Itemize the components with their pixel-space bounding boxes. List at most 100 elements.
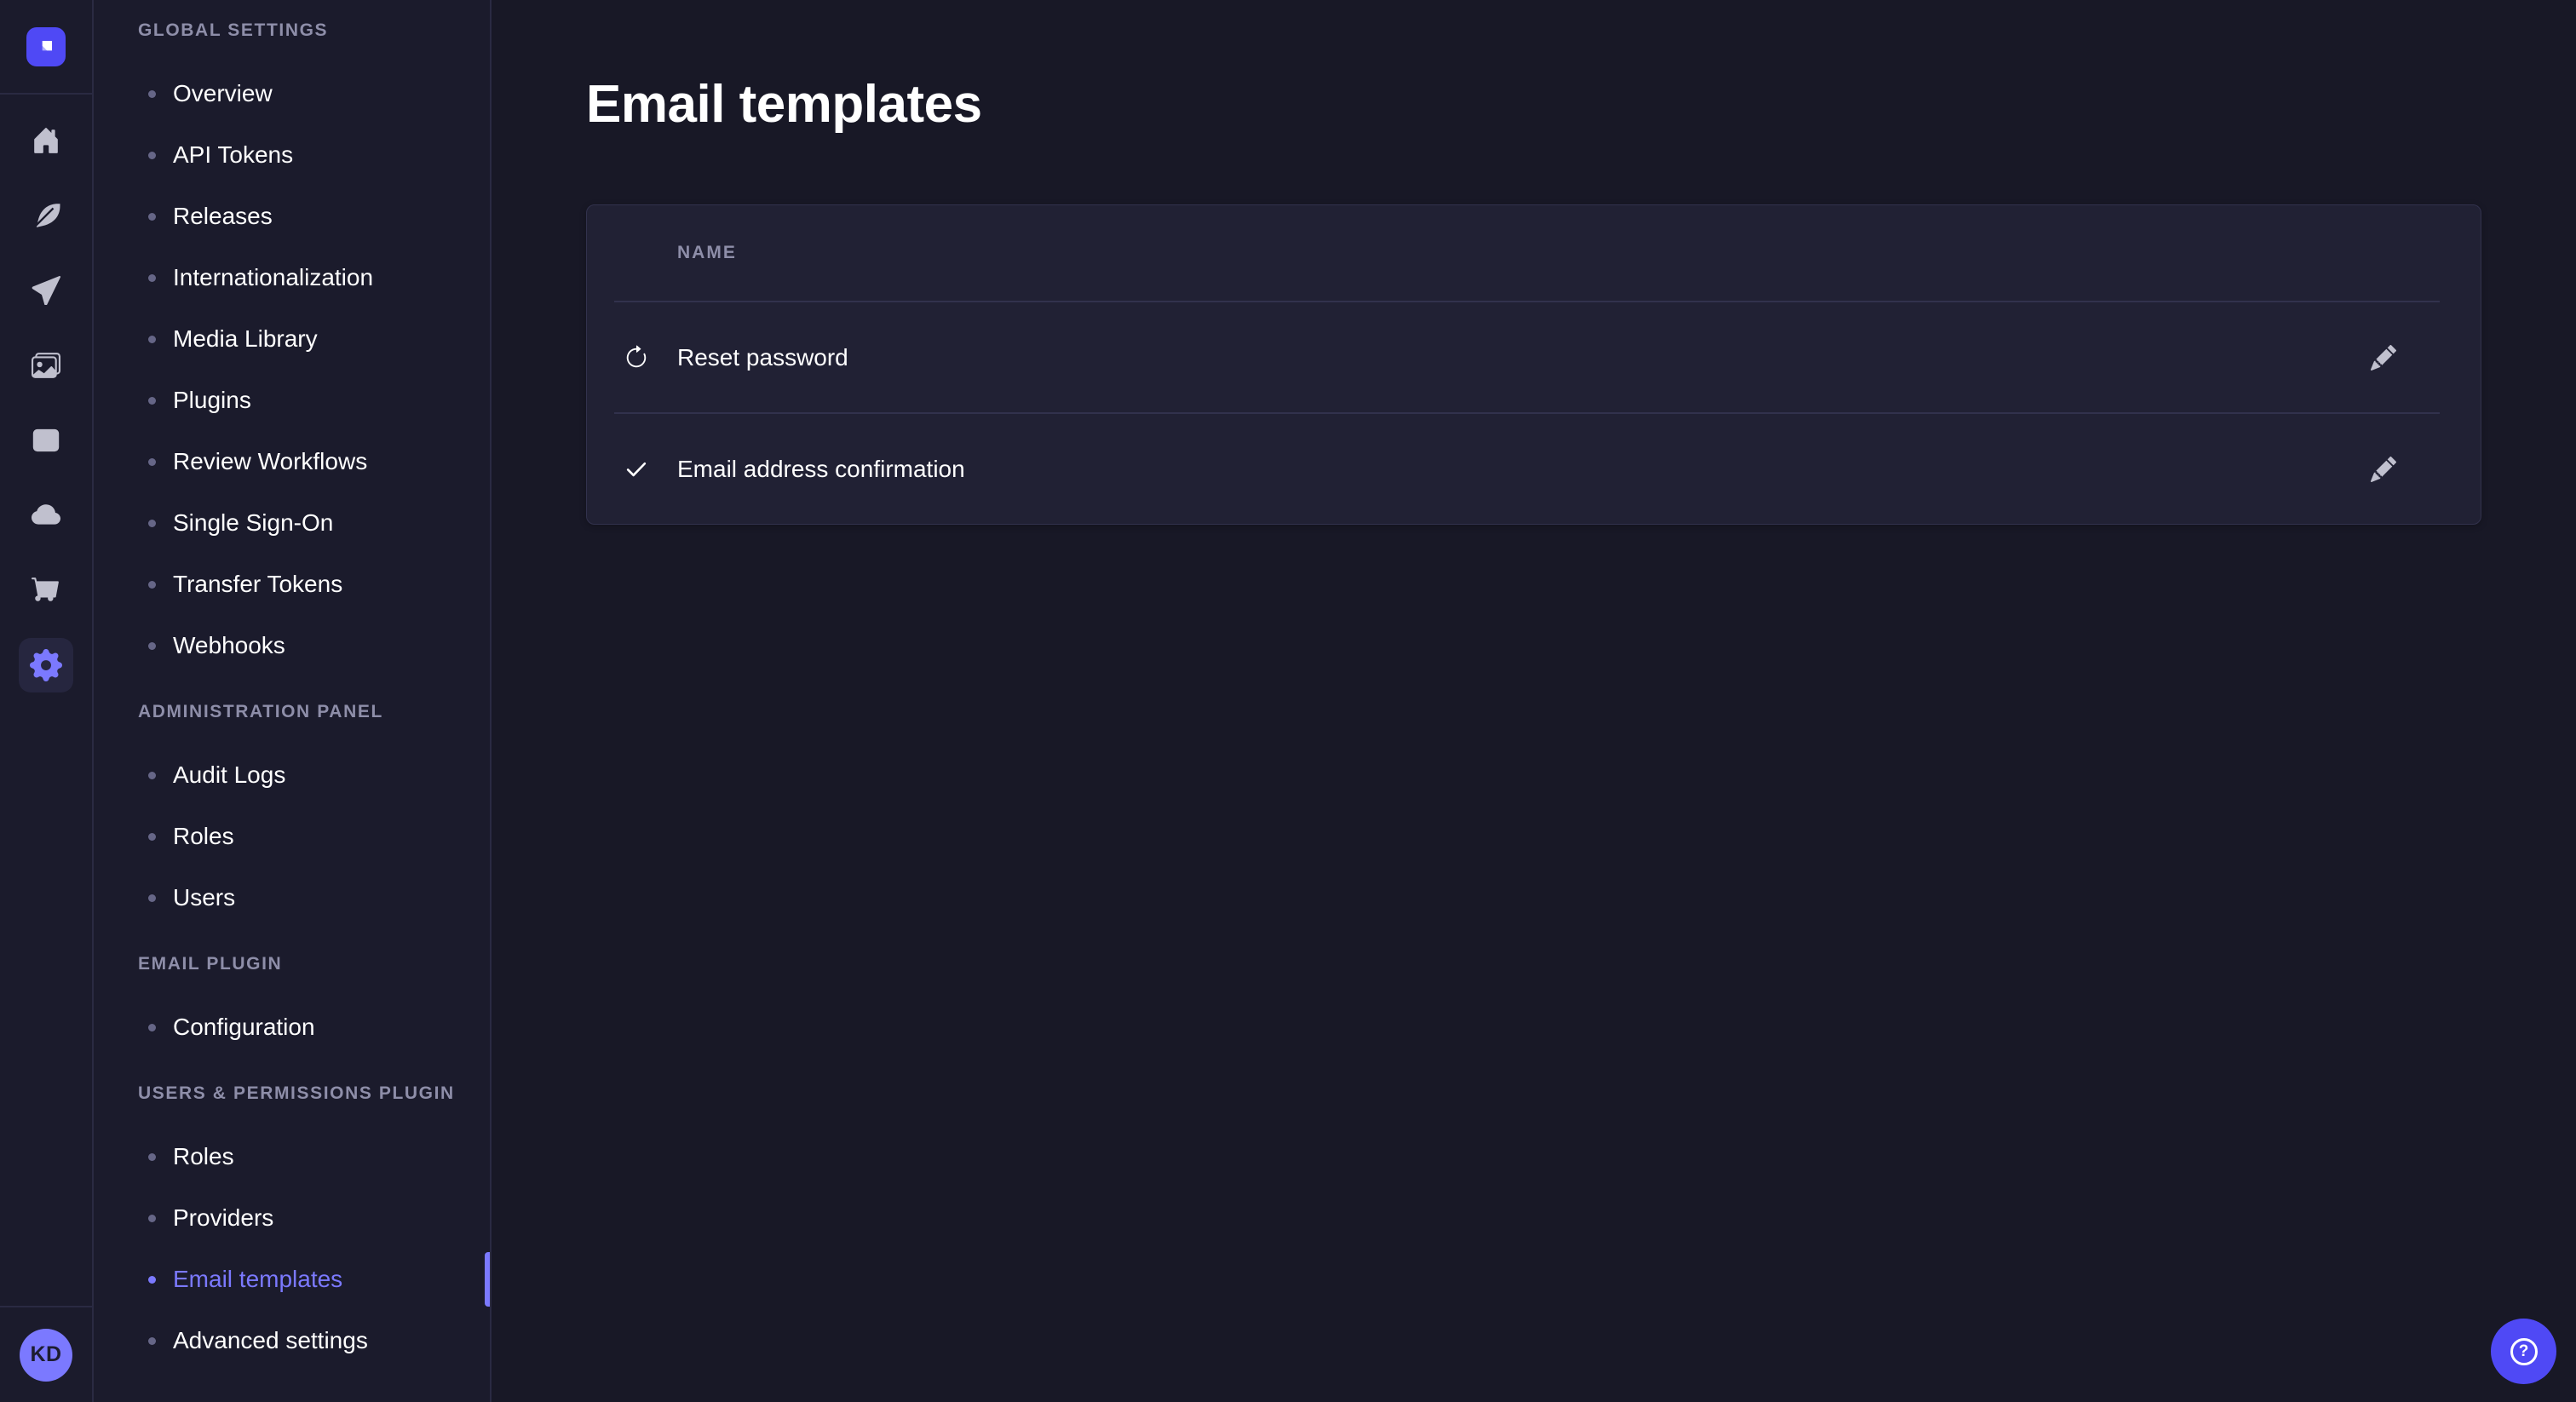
strapi-logo[interactable] <box>26 27 66 66</box>
question-mark-icon: ? <box>2510 1338 2538 1365</box>
deploy-cloud-nav-button[interactable] <box>0 478 92 553</box>
bullet-icon <box>148 336 156 343</box>
subnav-item-label: Overview <box>173 80 273 107</box>
bullet-icon <box>148 1024 156 1031</box>
bullet-icon <box>148 152 156 159</box>
refresh-icon <box>624 345 649 371</box>
bullet-icon <box>148 1215 156 1222</box>
main-nav-rail: KD <box>0 0 94 1402</box>
edit-template-button[interactable] <box>2363 449 2404 490</box>
subnav-section-title: GLOBAL SETTINGS <box>94 20 490 41</box>
bullet-icon <box>148 520 156 527</box>
subnav-item-overview[interactable]: Overview <box>94 63 490 124</box>
settings-active-tile <box>19 638 73 692</box>
active-item-indicator <box>485 1252 490 1307</box>
cloud-icon <box>32 501 60 530</box>
bullet-icon <box>148 274 156 282</box>
subnav-item-releases[interactable]: Releases <box>94 186 490 247</box>
content-type-builder-nav-button[interactable] <box>0 178 92 253</box>
bullet-icon <box>148 397 156 405</box>
subnav-item-label: Advanced settings <box>173 1327 368 1354</box>
template-name: Email address confirmation <box>662 456 965 483</box>
name-column-header: NAME <box>662 243 737 263</box>
bullet-icon <box>148 1276 156 1284</box>
content-manager-layout-icon <box>32 426 60 455</box>
bullet-icon <box>148 213 156 221</box>
subnav-item-label: Transfer Tokens <box>173 571 342 598</box>
subnav-item-label: Roles <box>173 823 234 850</box>
edit-pencil-icon <box>2371 457 2396 482</box>
content-type-builder-feather-icon <box>32 201 60 230</box>
subnav-item-label: Users <box>173 884 235 911</box>
subnav-item-single-sign-on[interactable]: Single Sign-On <box>94 492 490 554</box>
edit-template-button[interactable] <box>2363 337 2404 378</box>
bullet-icon <box>148 581 156 589</box>
strapi-logo-glyph <box>35 36 57 58</box>
subnav-item-label: Plugins <box>173 387 251 414</box>
subnav-item-label: Providers <box>173 1204 273 1232</box>
bullet-icon <box>148 458 156 466</box>
media-library-nav-button[interactable] <box>0 328 92 403</box>
subnav-item-label: Media Library <box>173 325 318 353</box>
content-manager-nav-button[interactable] <box>0 403 92 478</box>
bullet-icon <box>148 772 156 779</box>
subnav-item-review-workflows[interactable]: Review Workflows <box>94 431 490 492</box>
subnav-item-label: Internationalization <box>173 264 373 291</box>
settings-gear-icon <box>30 649 62 681</box>
subnav-item-webhooks[interactable]: Webhooks <box>94 615 490 676</box>
home-nav-button[interactable] <box>0 103 92 178</box>
subnav-section-title: USERS & PERMISSIONS PLUGIN <box>94 1083 490 1104</box>
subnav-item-internationalization[interactable]: Internationalization <box>94 247 490 308</box>
subnav-section-title: EMAIL PLUGIN <box>94 954 490 974</box>
subnav-item-label: Webhooks <box>173 632 285 659</box>
subnav-item-providers[interactable]: Providers <box>94 1187 490 1249</box>
page-title: Email templates <box>586 72 2481 137</box>
subnav-item-email-templates[interactable]: Email templates <box>94 1249 490 1310</box>
subnav-item-label: API Tokens <box>173 141 293 169</box>
subnav-item-media-library[interactable]: Media Library <box>94 308 490 370</box>
logo-container <box>0 0 92 95</box>
marketplace-nav-button[interactable] <box>0 553 92 628</box>
subnav-item-label: Roles <box>173 1143 234 1170</box>
bullet-icon <box>148 894 156 902</box>
subnav-item-transfer-tokens[interactable]: Transfer Tokens <box>94 554 490 615</box>
template-name: Reset password <box>662 344 848 371</box>
rail-nav <box>0 95 92 703</box>
subnav-section-title: ADMINISTRATION PANEL <box>94 702 490 722</box>
subnav-item-admin-roles[interactable]: Roles <box>94 806 490 867</box>
email-templates-table: NAME Reset password Email address co <box>586 204 2481 525</box>
subnav-item-label: Audit Logs <box>173 761 285 789</box>
subnav-item-label: Email templates <box>173 1266 342 1293</box>
releases-nav-button[interactable] <box>0 253 92 328</box>
subnav-item-label: Review Workflows <box>173 448 367 475</box>
subnav-item-label: Releases <box>173 203 273 230</box>
user-avatar[interactable]: KD <box>20 1329 72 1382</box>
bullet-icon <box>148 833 156 841</box>
subnav-item-advanced-settings[interactable]: Advanced settings <box>94 1310 490 1371</box>
subnav-item-admin-users[interactable]: Users <box>94 867 490 928</box>
marketplace-cart-icon <box>32 576 60 605</box>
subnav-item-audit-logs[interactable]: Audit Logs <box>94 744 490 806</box>
send-plane-icon <box>32 276 60 305</box>
table-row-email-confirmation[interactable]: Email address confirmation <box>587 414 2481 524</box>
subnav-item-plugins[interactable]: Plugins <box>94 370 490 431</box>
edit-pencil-icon <box>2371 345 2396 371</box>
settings-nav-button[interactable] <box>0 628 92 703</box>
settings-subnav: GLOBAL SETTINGS Overview API Tokens Rele… <box>94 0 492 1402</box>
table-row-reset-password[interactable]: Reset password <box>587 302 2481 412</box>
help-button[interactable]: ? <box>2491 1319 2556 1384</box>
subnav-item-label: Single Sign-On <box>173 509 333 537</box>
main-content: Email templates NAME Reset password <box>492 0 2576 1402</box>
bullet-icon <box>148 1337 156 1345</box>
bullet-icon <box>148 1153 156 1161</box>
subnav-item-api-tokens[interactable]: API Tokens <box>94 124 490 186</box>
rail-footer: KD <box>0 1306 92 1402</box>
subnav-item-label: Configuration <box>173 1014 315 1041</box>
check-icon <box>624 457 649 482</box>
bullet-icon <box>148 90 156 98</box>
media-library-images-icon <box>32 351 60 380</box>
subnav-item-email-configuration[interactable]: Configuration <box>94 997 490 1058</box>
table-header-row: NAME <box>587 205 2481 301</box>
bullet-icon <box>148 642 156 650</box>
subnav-item-up-roles[interactable]: Roles <box>94 1126 490 1187</box>
